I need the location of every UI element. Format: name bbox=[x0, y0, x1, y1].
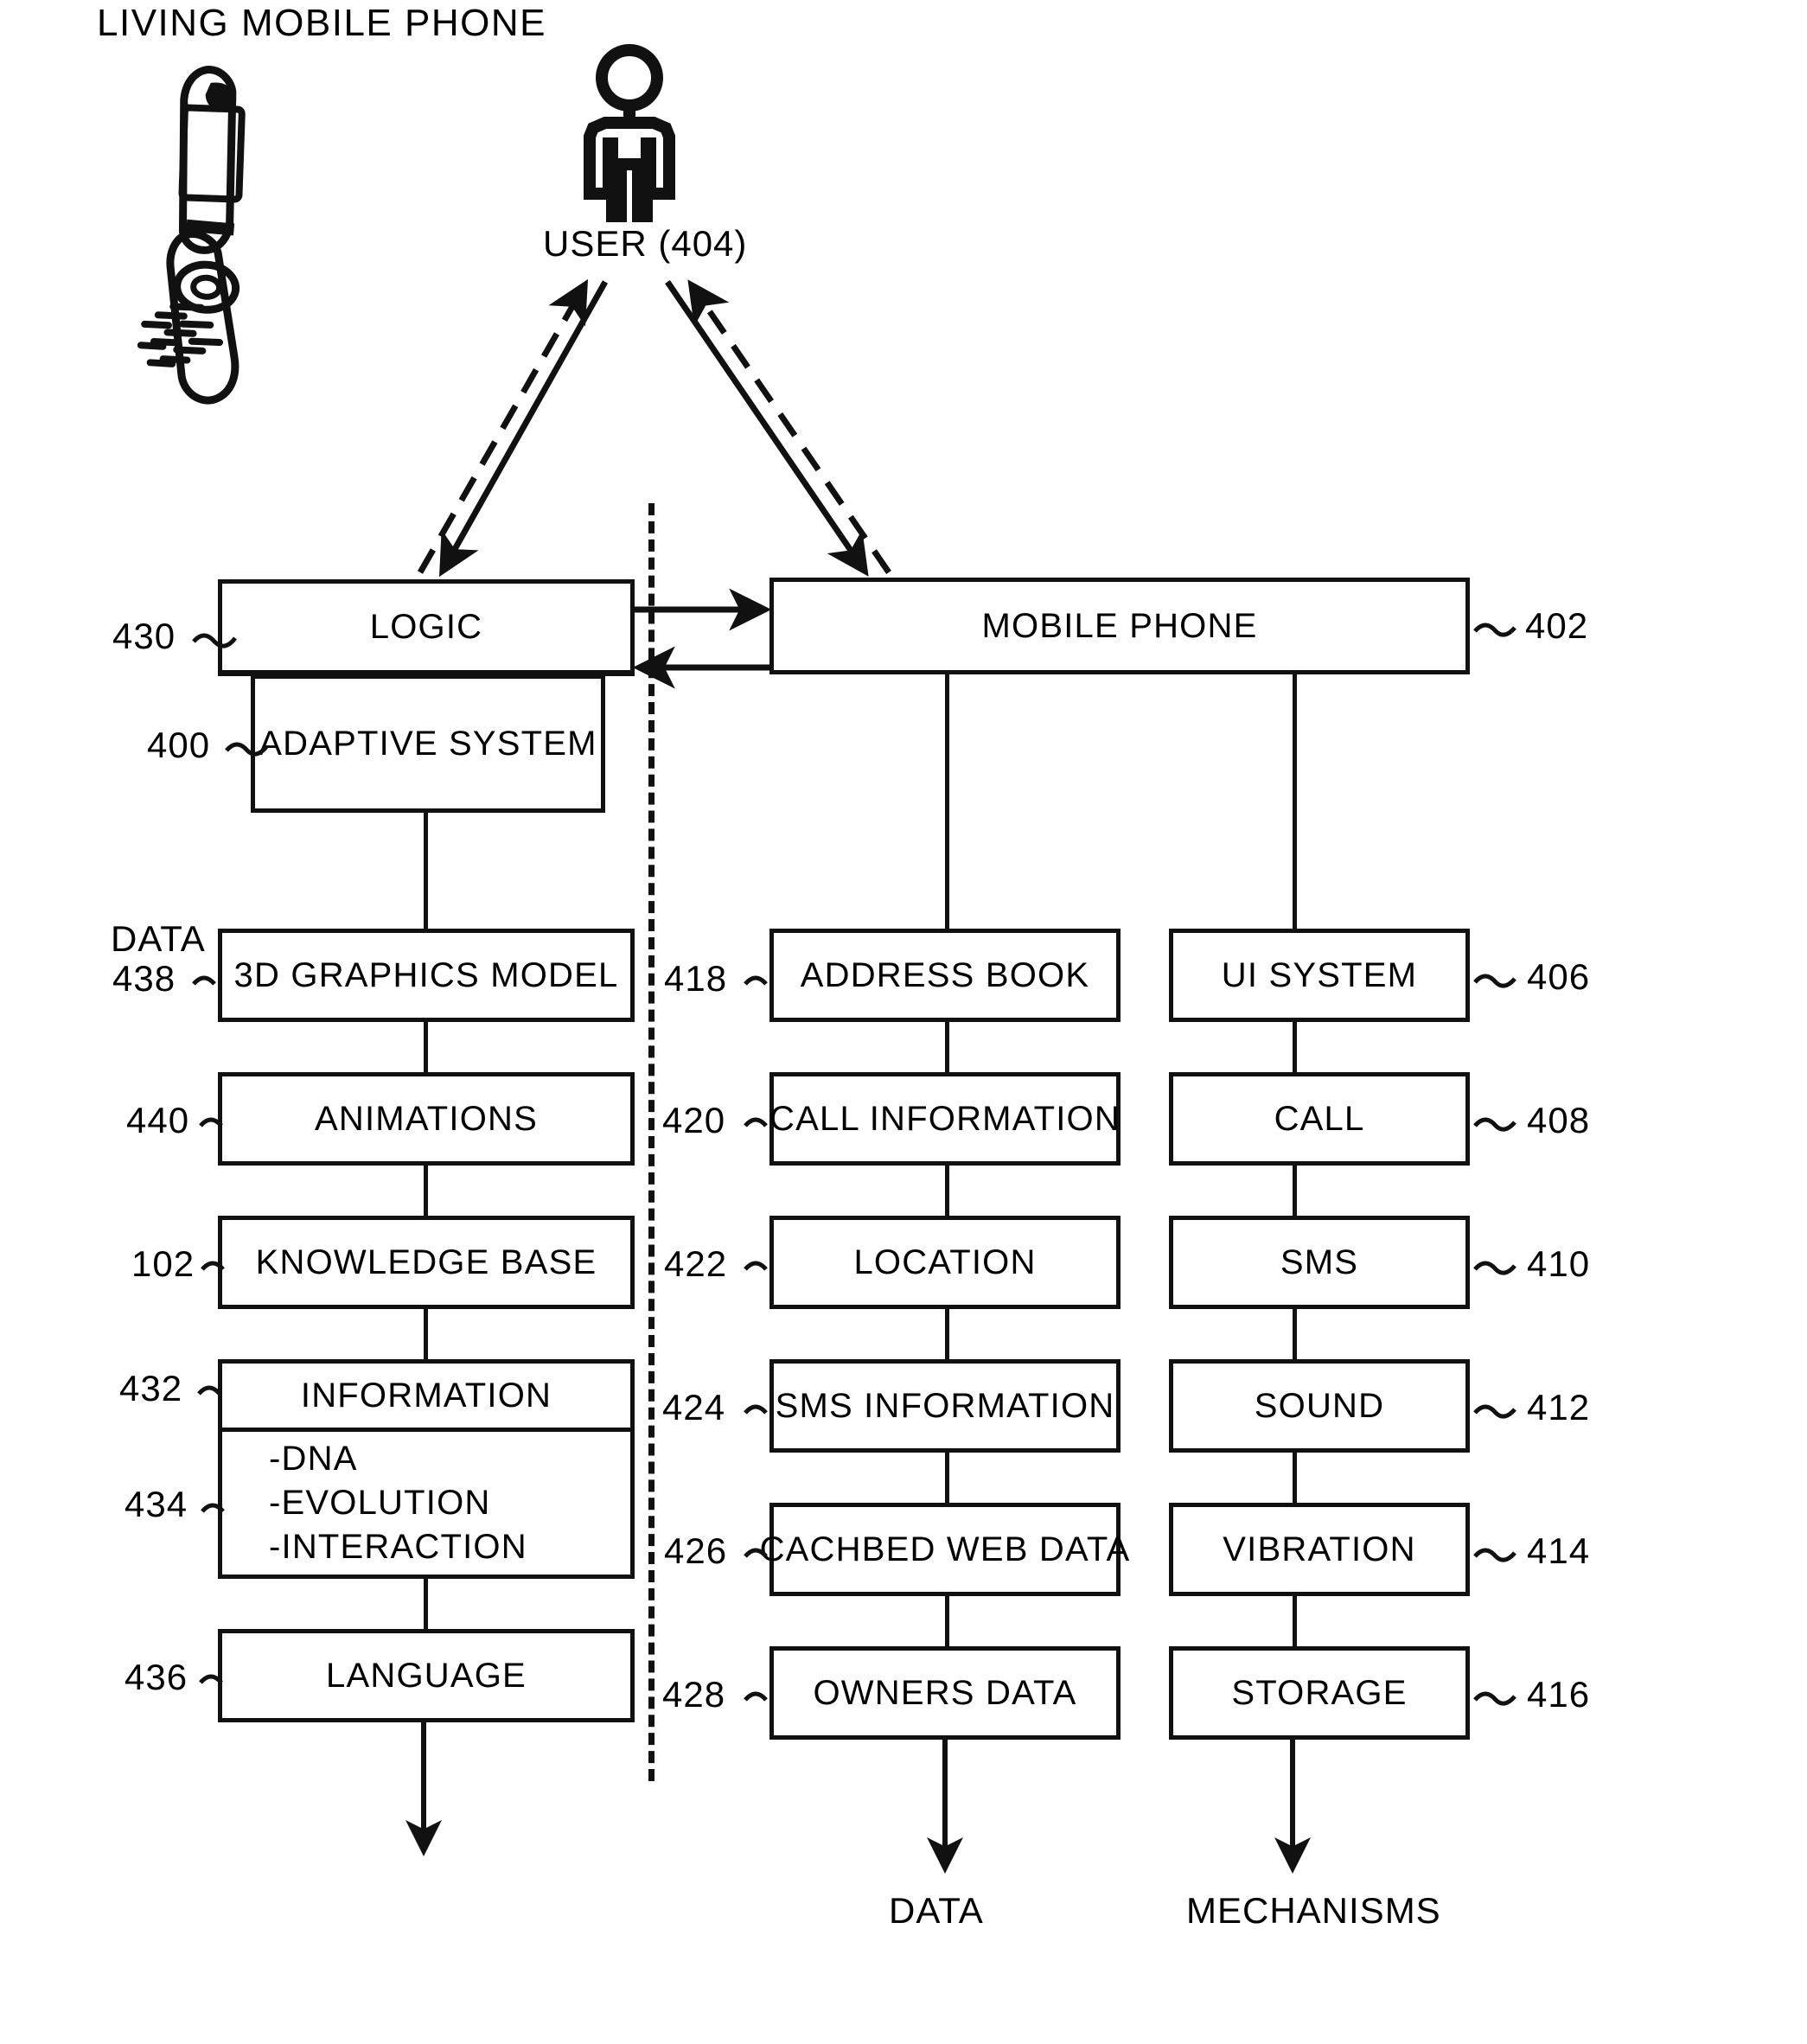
link-424-426 bbox=[945, 1453, 949, 1503]
link-418-420 bbox=[945, 1022, 949, 1072]
box-sound[interactable]: SOUND bbox=[1169, 1359, 1470, 1453]
ref-440: 440 bbox=[126, 1100, 190, 1140]
user-label: USER (404) bbox=[543, 223, 748, 264]
box-call[interactable]: CALL bbox=[1169, 1072, 1470, 1166]
link-410-412 bbox=[1293, 1309, 1297, 1359]
ref-414: 414 bbox=[1527, 1530, 1591, 1571]
link-440-102 bbox=[424, 1166, 428, 1216]
box-address-book-label: ADDRESS BOOK bbox=[800, 955, 1090, 994]
information-item-evolution: -EVOLUTION bbox=[269, 1484, 491, 1522]
ref-424: 424 bbox=[662, 1387, 726, 1428]
box-knowledge-base-label: KNOWLEDGE BASE bbox=[255, 1242, 597, 1281]
link-438-440 bbox=[424, 1022, 428, 1072]
adaptive-system-label: ADAPTIVE SYSTEM bbox=[259, 724, 597, 763]
box-information[interactable]: INFORMATION -DNA -EVOLUTION -INTERACTION bbox=[218, 1359, 635, 1579]
box-sms-information[interactable]: SMS INFORMATION bbox=[769, 1359, 1121, 1453]
box-sms[interactable]: SMS bbox=[1169, 1216, 1470, 1309]
ref-434: 434 bbox=[125, 1484, 188, 1524]
box-storage-label: STORAGE bbox=[1231, 1673, 1408, 1712]
link-102-432 bbox=[424, 1309, 428, 1359]
box-owners-data-label: OWNERS DATA bbox=[813, 1673, 1077, 1712]
box-call-information[interactable]: CALL INFORMATION bbox=[769, 1072, 1121, 1166]
link-422-424 bbox=[945, 1309, 949, 1359]
link-408-410 bbox=[1293, 1166, 1297, 1216]
ref-432: 432 bbox=[119, 1368, 183, 1408]
box-vibration-label: VIBRATION bbox=[1223, 1530, 1416, 1568]
ref-400: 400 bbox=[147, 725, 211, 765]
stem-phone-to-middle-column bbox=[945, 674, 949, 929]
mobile-phone-box[interactable]: MOBILE PHONE bbox=[769, 578, 1470, 674]
box-call-label: CALL bbox=[1274, 1099, 1365, 1138]
link-414-416 bbox=[1293, 1596, 1297, 1646]
link-420-422 bbox=[945, 1166, 949, 1216]
box-language-label: LANGUAGE bbox=[326, 1656, 527, 1695]
box-ui-system[interactable]: UI SYSTEM bbox=[1169, 929, 1470, 1022]
ref-406: 406 bbox=[1527, 956, 1591, 997]
box-3d-graphics-model-label: 3D GRAPHICS MODEL bbox=[233, 955, 619, 994]
link-434-436 bbox=[424, 1579, 428, 1629]
box-sms-information-label: SMS INFORMATION bbox=[775, 1386, 1115, 1425]
data-side-caption: DATA bbox=[111, 918, 206, 959]
ref-422: 422 bbox=[664, 1243, 728, 1284]
box-location[interactable]: LOCATION bbox=[769, 1216, 1121, 1309]
box-animations[interactable]: ANIMATIONS bbox=[218, 1072, 635, 1166]
logic-box-sides bbox=[218, 579, 635, 676]
section-divider-dashed bbox=[648, 503, 654, 1781]
box-3d-graphics-model[interactable]: 3D GRAPHICS MODEL bbox=[218, 929, 635, 1022]
information-item-dna: -DNA bbox=[269, 1440, 358, 1478]
link-412-414 bbox=[1293, 1453, 1297, 1503]
ref-408: 408 bbox=[1527, 1100, 1591, 1140]
box-knowledge-base[interactable]: KNOWLEDGE BASE bbox=[218, 1216, 635, 1309]
ref-410: 410 bbox=[1527, 1243, 1591, 1284]
ref-420: 420 bbox=[662, 1100, 726, 1140]
figure-canvas: LIVING MOBILE PHONE USER (404) LOGIC ADA… bbox=[0, 0, 1807, 2044]
information-items-list: -DNA -EVOLUTION -INTERACTION bbox=[222, 1432, 630, 1575]
ref-436: 436 bbox=[125, 1657, 188, 1697]
link-426-428 bbox=[945, 1596, 949, 1646]
ref-418: 418 bbox=[664, 958, 728, 999]
stem-phone-to-right-column bbox=[1293, 674, 1297, 929]
ref-438: 438 bbox=[112, 958, 176, 999]
adaptive-system-box[interactable]: ADAPTIVE SYSTEM bbox=[251, 674, 605, 813]
ref-430: 430 bbox=[112, 616, 176, 656]
ref-426: 426 bbox=[664, 1530, 728, 1571]
box-storage[interactable]: STORAGE bbox=[1169, 1646, 1470, 1740]
box-cached-web-data-label: CACHBED WEB DATA bbox=[759, 1530, 1131, 1568]
box-information-label: INFORMATION bbox=[222, 1364, 630, 1432]
ref-402: 402 bbox=[1525, 605, 1589, 646]
ref-416: 416 bbox=[1527, 1674, 1591, 1715]
information-item-interaction: -INTERACTION bbox=[269, 1528, 527, 1566]
stem-adaptive-to-left-column bbox=[424, 813, 428, 929]
box-sound-label: SOUND bbox=[1254, 1386, 1385, 1425]
box-sms-label: SMS bbox=[1280, 1242, 1359, 1281]
ref-102: 102 bbox=[131, 1243, 195, 1284]
box-language[interactable]: LANGUAGE bbox=[218, 1629, 635, 1722]
box-animations-label: ANIMATIONS bbox=[315, 1099, 538, 1138]
ref-428: 428 bbox=[662, 1674, 726, 1715]
box-call-information-label: CALL INFORMATION bbox=[769, 1099, 1121, 1138]
bottom-label-mechanisms: MECHANISMS bbox=[1186, 1890, 1441, 1931]
box-vibration[interactable]: VIBRATION bbox=[1169, 1503, 1470, 1596]
box-owners-data[interactable]: OWNERS DATA bbox=[769, 1646, 1121, 1740]
figure-title: LIVING MOBILE PHONE bbox=[97, 2, 546, 44]
box-address-book[interactable]: ADDRESS BOOK bbox=[769, 929, 1121, 1022]
box-location-label: LOCATION bbox=[853, 1242, 1037, 1281]
ref-412: 412 bbox=[1527, 1387, 1591, 1428]
bottom-label-data: DATA bbox=[889, 1890, 984, 1931]
box-ui-system-label: UI SYSTEM bbox=[1221, 955, 1418, 994]
mobile-phone-label: MOBILE PHONE bbox=[981, 606, 1258, 645]
box-cached-web-data[interactable]: CACHBED WEB DATA bbox=[760, 1503, 1129, 1596]
link-406-408 bbox=[1293, 1022, 1297, 1072]
